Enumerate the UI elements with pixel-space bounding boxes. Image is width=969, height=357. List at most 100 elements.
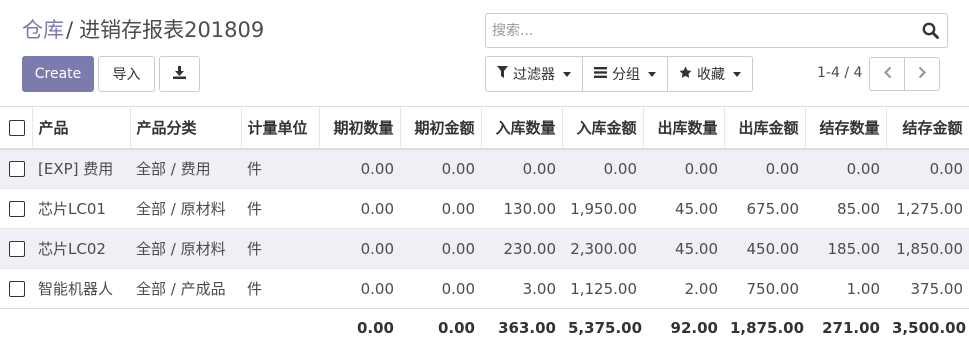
total-opening-amount: 0.00: [400, 308, 481, 347]
table-row[interactable]: 芯片LC02 全部 / 原材料 件 0.00 0.00 230.00 2,300…: [0, 228, 969, 269]
cell-in-qty: 0.00: [481, 148, 562, 189]
cell-closing-qty: 1.00: [805, 268, 886, 309]
chevron-left-icon: [883, 66, 892, 83]
cell-opening-qty: 0.00: [319, 148, 400, 189]
cell-product: 芯片LC02: [32, 228, 130, 269]
column-header-in-amount[interactable]: 入库金额: [562, 106, 644, 150]
table-row[interactable]: 智能机器人 全部 / 产成品 件 0.00 0.00 3.00 1,125.00…: [0, 268, 969, 309]
column-header-opening-amount[interactable]: 期初金额: [400, 106, 482, 150]
cell-out-amount: 450.00: [724, 228, 805, 269]
cell-uom: 件: [241, 148, 319, 189]
cell-product: 芯片LC01: [32, 188, 130, 229]
totals-empty-cell: [32, 308, 130, 347]
cell-closing-qty: 85.00: [805, 188, 886, 229]
table-row[interactable]: [EXP] 费用 全部 / 费用 件 0.00 0.00 0.00 0.00 0…: [0, 148, 969, 189]
cell-category: 全部 / 原材料: [130, 188, 241, 229]
list-icon: [594, 66, 607, 82]
column-header-opening-qty[interactable]: 期初数量: [319, 106, 401, 150]
cell-opening-amount: 0.00: [400, 188, 481, 229]
column-header-closing-amount[interactable]: 结存金额: [886, 106, 969, 150]
select-all-checkbox-cell[interactable]: [0, 106, 33, 150]
cell-uom: 件: [241, 228, 319, 269]
row-checkbox[interactable]: [9, 281, 25, 297]
cell-out-amount: 675.00: [724, 188, 805, 229]
column-header-product[interactable]: 产品: [32, 106, 131, 150]
cell-in-amount: 1,125.00: [562, 268, 643, 309]
column-header-category[interactable]: 产品分类: [130, 106, 242, 150]
breadcrumb-parent-link[interactable]: 仓库: [22, 18, 64, 42]
cell-in-amount: 1,950.00: [562, 188, 643, 229]
search-options: 过滤器 分组 收藏: [485, 56, 753, 92]
filter-icon: [497, 66, 508, 82]
total-opening-qty: 0.00: [319, 308, 400, 347]
row-checkbox[interactable]: [9, 161, 25, 178]
cell-in-qty: 230.00: [481, 228, 562, 269]
breadcrumb: 仓库/进销存报表201809: [22, 14, 264, 44]
cell-uom: 件: [241, 188, 319, 229]
group-by-dropdown-button[interactable]: 分组: [582, 56, 668, 92]
row-checkbox-cell[interactable]: [0, 228, 32, 269]
pager-next-button[interactable]: [904, 57, 940, 91]
favorites-dropdown-button[interactable]: 收藏: [667, 56, 753, 92]
create-button[interactable]: Create: [22, 56, 94, 92]
cell-in-qty: 130.00: [481, 188, 562, 229]
cell-in-qty: 3.00: [481, 268, 562, 309]
pager-value[interactable]: 1-4 / 4: [817, 65, 862, 81]
cell-out-qty: 45.00: [643, 188, 724, 229]
search-icon[interactable]: [913, 14, 947, 47]
cell-closing-amount: 375.00: [886, 268, 969, 309]
cell-product: 智能机器人: [32, 268, 130, 309]
cell-closing-qty: 185.00: [805, 228, 886, 269]
cell-out-qty: 45.00: [643, 228, 724, 269]
row-checkbox[interactable]: [9, 241, 25, 257]
cell-closing-amount: 1,850.00: [886, 228, 969, 269]
export-button[interactable]: [159, 56, 200, 92]
column-header-out-amount[interactable]: 出库金额: [724, 106, 806, 150]
cell-closing-amount: 1,275.00: [886, 188, 969, 229]
search-box: [485, 13, 948, 48]
cell-opening-amount: 0.00: [400, 228, 481, 269]
row-checkbox-cell[interactable]: [0, 188, 32, 229]
chevron-right-icon: [918, 66, 927, 83]
column-header-closing-qty[interactable]: 结存数量: [805, 106, 887, 150]
pager-previous-button[interactable]: [869, 57, 905, 91]
row-checkbox-cell[interactable]: [0, 148, 32, 189]
control-panel: 仓库/进销存报表201809 Create 导入 过滤器 分组 收藏 1-4 /…: [0, 0, 969, 106]
cell-out-qty: 2.00: [643, 268, 724, 309]
star-icon: [679, 66, 692, 83]
cell-opening-amount: 0.00: [400, 148, 481, 189]
caret-down-icon: [733, 71, 741, 77]
row-checkbox-cell[interactable]: [0, 268, 32, 309]
column-header-uom[interactable]: 计量单位: [241, 106, 320, 150]
caret-down-icon: [648, 71, 656, 77]
totals-row: 0.00 0.00 363.00 5,375.00 92.00 1,875.00…: [0, 308, 969, 347]
select-all-checkbox[interactable]: [9, 119, 25, 136]
totals-empty-cell: [0, 308, 32, 347]
total-closing-qty: 271.00: [805, 308, 886, 347]
table-row[interactable]: 芯片LC01 全部 / 原材料 件 0.00 0.00 130.00 1,950…: [0, 188, 969, 229]
total-closing-amount: 3,500.00: [886, 308, 969, 347]
cell-opening-qty: 0.00: [319, 188, 400, 229]
favorites-label: 收藏: [697, 67, 725, 83]
cell-closing-qty: 0.00: [805, 148, 886, 189]
cell-uom: 件: [241, 268, 319, 309]
total-in-amount: 5,375.00: [562, 308, 643, 347]
cell-opening-qty: 0.00: [319, 228, 400, 269]
breadcrumb-current: 进销存报表201809: [79, 18, 265, 42]
cell-closing-amount: 0.00: [886, 148, 969, 189]
search-input[interactable]: [486, 14, 913, 47]
total-out-qty: 92.00: [643, 308, 724, 347]
total-out-amount: 1,875.00: [724, 308, 805, 347]
filter-dropdown-button[interactable]: 过滤器: [485, 56, 583, 92]
list-view: 产品 产品分类 计量单位 期初数量 期初金额 入库数量 入库金额 出库数量 出库…: [0, 106, 969, 347]
column-header-in-qty[interactable]: 入库数量: [481, 106, 563, 150]
import-button[interactable]: 导入: [98, 56, 155, 92]
row-checkbox[interactable]: [9, 201, 25, 217]
column-header-out-qty[interactable]: 出库数量: [643, 106, 725, 150]
download-icon: [173, 65, 186, 83]
cell-opening-amount: 0.00: [400, 268, 481, 309]
filter-label: 过滤器: [513, 67, 555, 83]
totals-empty-cell: [130, 308, 241, 347]
cell-in-amount: 2,300.00: [562, 228, 643, 269]
cell-product: [EXP] 费用: [32, 148, 130, 189]
